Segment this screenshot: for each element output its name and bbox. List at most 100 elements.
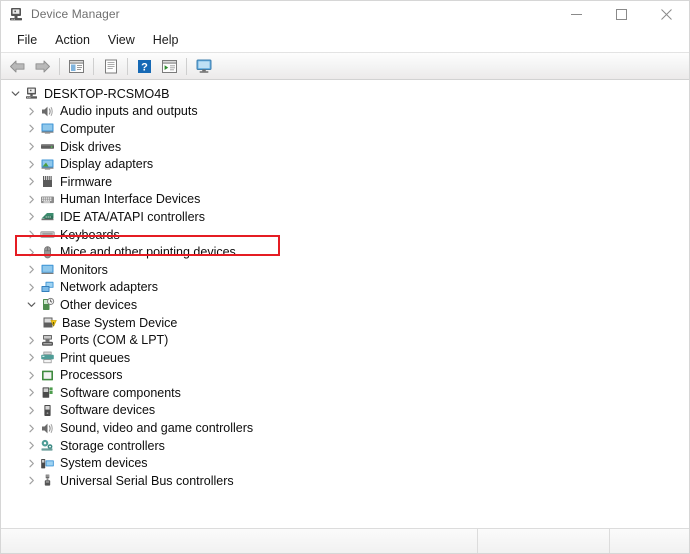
minimize-button[interactable]	[554, 1, 599, 27]
menu-action[interactable]: Action	[46, 30, 99, 50]
tree-node-label: Software components	[60, 385, 181, 400]
back-arrow-icon[interactable]	[6, 55, 29, 77]
menu-view[interactable]: View	[99, 30, 144, 50]
chevron-right-icon[interactable]	[23, 226, 39, 243]
maximize-button[interactable]	[599, 1, 644, 27]
tree-node-other-devices[interactable]: Other devices	[1, 296, 689, 314]
tree-node-label: Computer	[60, 121, 115, 136]
menu-file[interactable]: File	[8, 30, 46, 50]
window-title: Device Manager	[31, 7, 120, 21]
chevron-down-icon[interactable]	[23, 296, 39, 313]
status-pane-tertiary	[609, 529, 689, 553]
chevron-right-icon[interactable]	[23, 437, 39, 454]
status-pane-secondary	[477, 529, 609, 553]
chevron-right-icon[interactable]	[23, 208, 39, 225]
tree-node-ide-ata-atapi-controllers[interactable]: IDE ATA/ATAPI controllers	[1, 208, 689, 226]
tree-node-human-interface-devices[interactable]: Human Interface Devices	[1, 191, 689, 209]
tree-node-label: Human Interface Devices	[60, 192, 201, 207]
port-icon	[39, 332, 55, 348]
tree-node-label: Monitors	[60, 262, 108, 277]
tree-node-system-devices[interactable]: System devices	[1, 454, 689, 472]
chevron-right-icon[interactable]	[23, 261, 39, 278]
chevron-right-icon[interactable]	[23, 103, 39, 120]
tree-node-label: Base System Device	[62, 315, 178, 330]
storage-controller-icon	[39, 438, 55, 454]
network-adapter-icon	[39, 279, 55, 295]
processor-icon	[39, 367, 55, 383]
computer-icon	[39, 121, 55, 137]
tree-node-label: Disk drives	[60, 139, 122, 154]
chevron-right-icon[interactable]	[23, 349, 39, 366]
tree-node-network-adapters[interactable]: Network adapters	[1, 279, 689, 297]
tree-node-label: Keyboards	[60, 227, 120, 242]
status-pane-main	[1, 529, 477, 553]
close-button[interactable]	[644, 1, 689, 27]
chevron-right-icon[interactable]	[23, 420, 39, 437]
ide-controller-icon	[39, 209, 55, 225]
monitor-icon	[39, 262, 55, 278]
chevron-right-icon[interactable]	[23, 367, 39, 384]
tree-node-computer[interactable]: Computer	[1, 120, 689, 138]
chevron-right-icon[interactable]	[23, 279, 39, 296]
tree-node-sound-video-and-game-controllers[interactable]: Sound, video and game controllers	[1, 419, 689, 437]
menu-bar: File Action View Help	[1, 27, 689, 52]
tree-node-label: Mice and other pointing devices	[60, 245, 236, 260]
chevron-right-icon[interactable]	[23, 455, 39, 472]
tree-node-disk-drives[interactable]: Disk drives	[1, 138, 689, 156]
tree-node-firmware[interactable]: Firmware	[1, 173, 689, 191]
hid-icon	[39, 191, 55, 207]
tree-node-label: Firmware	[60, 174, 113, 189]
chevron-right-icon[interactable]	[23, 384, 39, 401]
tree-node-label: IDE ATA/ATAPI controllers	[60, 209, 205, 224]
tree-node-mice-and-other-pointing-devices[interactable]: Mice and other pointing devices	[1, 243, 689, 261]
tree-node-base-system-device[interactable]: Base System Device	[1, 314, 689, 332]
tree-node-monitors[interactable]: Monitors	[1, 261, 689, 279]
help-icon[interactable]: ?	[133, 55, 156, 77]
software-component-icon	[39, 385, 55, 401]
tree-node-processors[interactable]: Processors	[1, 367, 689, 385]
forward-arrow-icon[interactable]	[31, 55, 54, 77]
status-bar	[1, 528, 689, 553]
chevron-right-icon[interactable]	[23, 332, 39, 349]
tree-node-label: Processors	[60, 368, 123, 383]
properties-icon[interactable]	[99, 55, 122, 77]
tree-node-label: Display adapters	[60, 157, 154, 172]
scan-for-hardware-changes-icon[interactable]	[158, 55, 181, 77]
chevron-right-icon[interactable]	[23, 156, 39, 173]
tree-node-label: Other devices	[60, 297, 138, 312]
tree-node-software-components[interactable]: Software components	[1, 384, 689, 402]
chevron-right-icon[interactable]	[23, 173, 39, 190]
device-tree: DESKTOP-RCSMO4B Audio inputs and outputs	[1, 85, 689, 490]
tree-node-audio-inputs-and-outputs[interactable]: Audio inputs and outputs	[1, 103, 689, 121]
software-device-icon	[39, 402, 55, 418]
toolbar-separator	[93, 57, 94, 75]
printer-icon	[39, 350, 55, 366]
tree-node-display-adapters[interactable]: Display adapters	[1, 155, 689, 173]
tree-node-root[interactable]: DESKTOP-RCSMO4B	[1, 85, 689, 103]
device-manager-window: Device Manager File Action View Help ? D…	[0, 0, 690, 554]
tree-node-storage-controllers[interactable]: Storage controllers	[1, 437, 689, 455]
chevron-right-icon[interactable]	[23, 472, 39, 489]
tree-node-label: Network adapters	[60, 280, 158, 295]
tree-node-ports-com-and-lpt[interactable]: Ports (COM & LPT)	[1, 331, 689, 349]
tree-node-label: Sound, video and game controllers	[60, 421, 254, 436]
toolbar-separator	[127, 57, 128, 75]
chevron-right-icon[interactable]	[23, 138, 39, 155]
caption-buttons	[554, 1, 689, 27]
tree-node-root-label: DESKTOP-RCSMO4B	[44, 86, 170, 101]
usb-controller-icon	[39, 473, 55, 489]
chevron-right-icon[interactable]	[23, 191, 39, 208]
tree-node-print-queues[interactable]: Print queues	[1, 349, 689, 367]
chevron-down-icon[interactable]	[7, 85, 23, 102]
update-driver-icon[interactable]	[192, 55, 215, 77]
tree-node-universal-serial-bus-controllers[interactable]: Universal Serial Bus controllers	[1, 472, 689, 490]
disk-drive-icon	[39, 139, 55, 155]
device-tree-panel[interactable]: DESKTOP-RCSMO4B Audio inputs and outputs	[1, 80, 689, 528]
chevron-right-icon[interactable]	[23, 402, 39, 419]
chevron-right-icon[interactable]	[23, 244, 39, 261]
tree-node-software-devices[interactable]: Software devices	[1, 402, 689, 420]
menu-help[interactable]: Help	[144, 30, 188, 50]
tree-node-keyboards[interactable]: Keyboards	[1, 226, 689, 244]
show-hide-console-tree-icon[interactable]	[65, 55, 88, 77]
chevron-right-icon[interactable]	[23, 120, 39, 137]
